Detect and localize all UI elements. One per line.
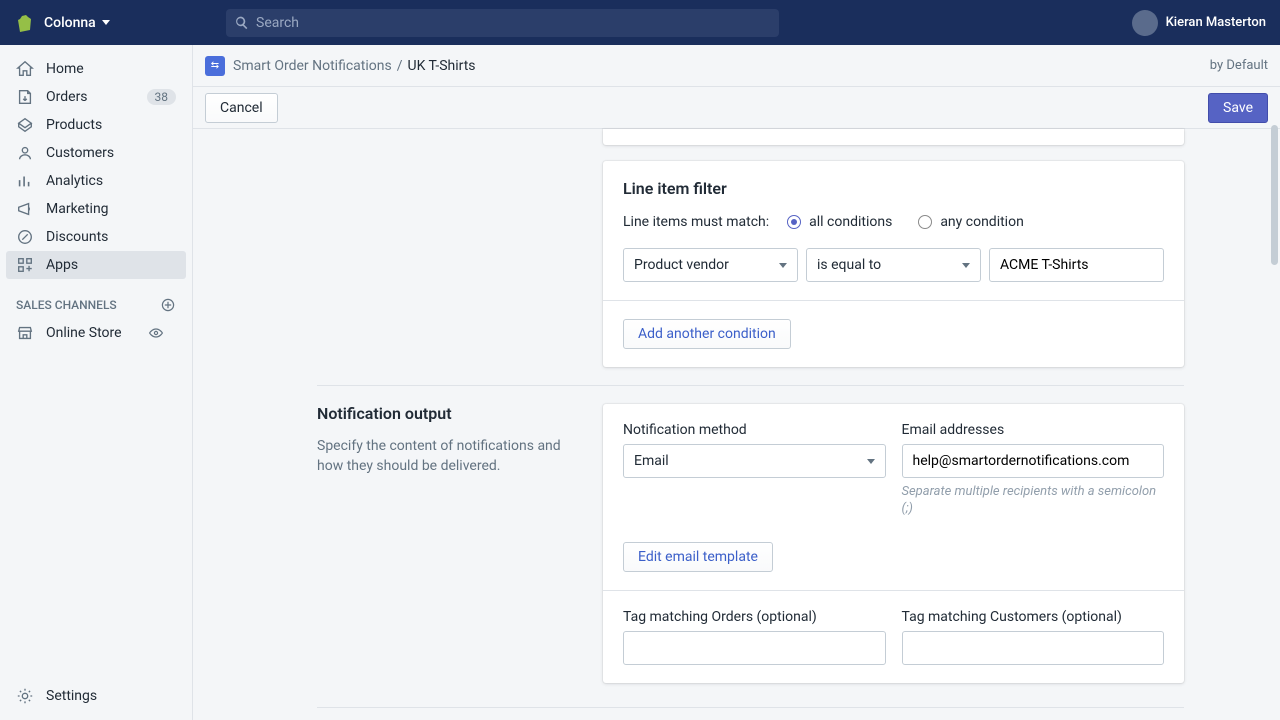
card-title: Line item filter: [623, 179, 1164, 198]
breadcrumb-bar: ⇆ Smart Order Notifications / UK T-Shirt…: [193, 45, 1280, 87]
radio-label[interactable]: all conditions: [809, 214, 892, 230]
notification-method-select[interactable]: Email: [623, 444, 886, 478]
radio-any-condition[interactable]: [918, 215, 932, 229]
sidebar-item-customers[interactable]: Customers: [6, 139, 186, 167]
sidebar-item-label: Marketing: [46, 201, 109, 217]
section-label: SALES CHANNELS: [16, 298, 117, 312]
sidebar: Home Orders 38 Products Customers Analyti…: [0, 45, 192, 720]
sidebar-item-orders[interactable]: Orders 38: [6, 83, 186, 111]
orders-badge: 38: [147, 89, 177, 105]
shopify-logo: [14, 13, 34, 33]
sidebar-item-label: Orders: [46, 89, 88, 105]
sidebar-item-label: Home: [46, 61, 84, 77]
condition-value-input[interactable]: [989, 248, 1164, 282]
save-button-top[interactable]: Save: [1208, 93, 1268, 123]
edit-email-template-button[interactable]: Edit email template: [623, 542, 773, 572]
search-box[interactable]: [226, 9, 779, 37]
chevron-down-icon: [962, 263, 970, 268]
store-icon: [16, 324, 34, 342]
add-condition-button[interactable]: Add another condition: [623, 319, 791, 349]
home-icon: [16, 60, 34, 78]
cancel-button-top[interactable]: Cancel: [205, 93, 278, 123]
tag-customers-label: Tag matching Customers (optional): [902, 609, 1165, 625]
match-label: Line items must match:: [623, 214, 769, 230]
text-input[interactable]: [634, 632, 875, 664]
tag-orders-input[interactable]: [623, 631, 886, 665]
page-footer: Delete notification Cancel Save: [317, 707, 1184, 720]
avatar: [1132, 10, 1158, 36]
section-heading: Notification output: [317, 404, 587, 423]
discounts-icon: [16, 228, 34, 246]
orders-icon: [16, 88, 34, 106]
caret-down-icon: [102, 20, 110, 25]
sidebar-item-marketing[interactable]: Marketing: [6, 195, 186, 223]
action-bar: Cancel Save: [193, 87, 1280, 129]
chevron-down-icon: [779, 263, 787, 268]
search-icon: [234, 15, 250, 31]
scrollbar[interactable]: [1271, 125, 1278, 265]
select-value: Product vendor: [634, 257, 729, 273]
select-value: is equal to: [817, 257, 881, 273]
customers-icon: [16, 144, 34, 162]
radio-all-conditions[interactable]: [787, 215, 801, 229]
notification-output-card: Notification method Email Email addresse…: [603, 404, 1184, 683]
tag-orders-label: Tag matching Orders (optional): [623, 609, 886, 625]
store-name: Colonna: [44, 15, 96, 31]
user-name: Kieran Masterton: [1166, 15, 1266, 30]
condition-field-select[interactable]: Product vendor: [623, 248, 798, 282]
tag-customers-input[interactable]: [902, 631, 1165, 665]
sidebar-item-settings[interactable]: Settings: [6, 682, 186, 710]
breadcrumb-app[interactable]: Smart Order Notifications: [233, 58, 392, 74]
chevron-down-icon: [867, 459, 875, 464]
sidebar-item-label: Online Store: [46, 325, 122, 341]
text-input[interactable]: [1000, 249, 1153, 281]
topbar: Colonna Kieran Masterton: [0, 0, 1280, 45]
main-content: ⇆ Smart Order Notifications / UK T-Shirt…: [192, 45, 1280, 720]
email-addresses-input[interactable]: [902, 444, 1165, 478]
sidebar-section-channels: SALES CHANNELS: [6, 279, 186, 319]
email-hint: Separate multiple recipients with a semi…: [902, 484, 1165, 518]
gear-icon: [16, 687, 34, 705]
condition-operator-select[interactable]: is equal to: [806, 248, 981, 282]
products-icon: [16, 116, 34, 134]
line-item-filter-card: Line item filter Line items must match: …: [603, 161, 1184, 367]
sidebar-item-label: Customers: [46, 145, 114, 161]
user-menu[interactable]: Kieran Masterton: [1132, 10, 1266, 36]
app-icon: ⇆: [205, 56, 225, 76]
radio-label[interactable]: any condition: [940, 214, 1024, 230]
sidebar-item-label: Settings: [46, 688, 97, 704]
eye-icon[interactable]: [148, 325, 164, 341]
apps-icon: [16, 256, 34, 274]
sidebar-item-label: Discounts: [46, 229, 108, 245]
sidebar-item-discounts[interactable]: Discounts: [6, 223, 186, 251]
email-label: Email addresses: [902, 422, 1165, 438]
text-input[interactable]: [913, 445, 1154, 477]
sidebar-item-label: Analytics: [46, 173, 103, 189]
sidebar-item-label: Apps: [46, 257, 78, 273]
marketing-icon: [16, 200, 34, 218]
sidebar-item-products[interactable]: Products: [6, 111, 186, 139]
by-author[interactable]: by Default: [1210, 58, 1268, 73]
search-input[interactable]: [226, 9, 779, 37]
previous-card-edge: [603, 129, 1184, 145]
sidebar-item-online-store[interactable]: Online Store: [6, 319, 186, 347]
sidebar-item-label: Products: [46, 117, 102, 133]
analytics-icon: [16, 172, 34, 190]
sidebar-item-apps[interactable]: Apps: [6, 251, 186, 279]
breadcrumb-sep: /: [397, 58, 403, 74]
plus-circle-icon[interactable]: [160, 297, 176, 313]
method-label: Notification method: [623, 422, 886, 438]
sidebar-item-home[interactable]: Home: [6, 55, 186, 83]
text-input[interactable]: [913, 632, 1154, 664]
section-description: Specify the content of notifications and…: [317, 437, 587, 476]
store-switcher[interactable]: Colonna: [44, 15, 110, 31]
breadcrumb-current: UK T-Shirts: [408, 58, 476, 74]
select-value: Email: [634, 453, 669, 469]
sidebar-item-analytics[interactable]: Analytics: [6, 167, 186, 195]
